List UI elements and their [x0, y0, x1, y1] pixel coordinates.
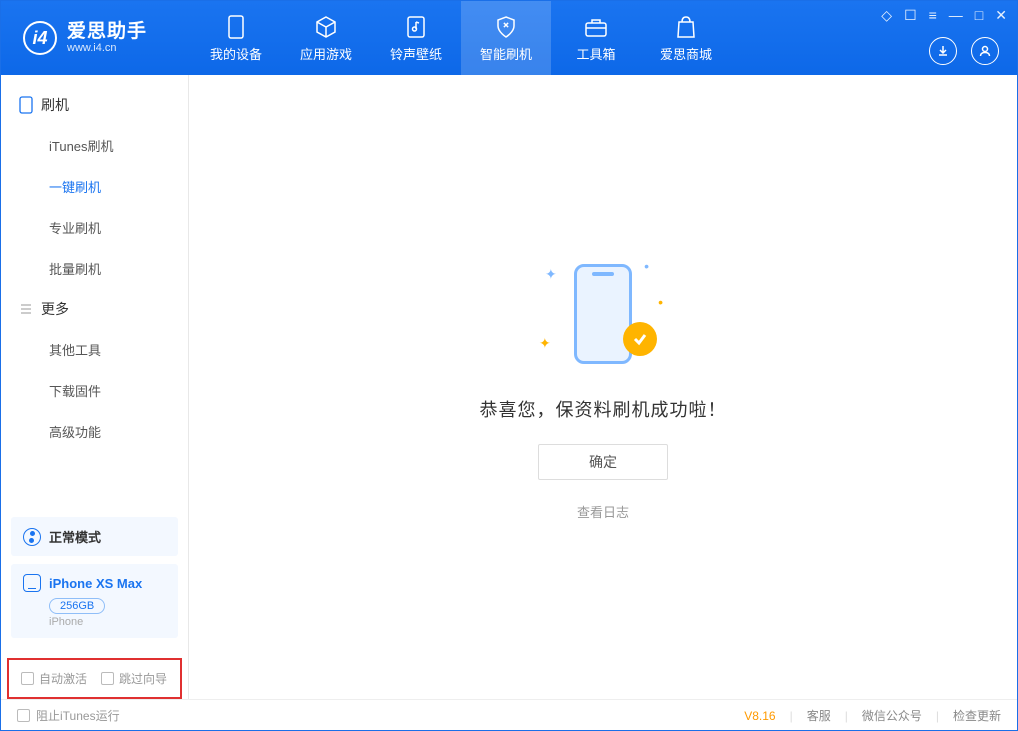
group-title: 更多	[41, 299, 69, 319]
nav-store[interactable]: 爱思商城	[641, 1, 731, 75]
sparkle-icon: ✦	[545, 266, 557, 283]
side-group-flash[interactable]: 刷机	[1, 85, 188, 125]
link-support[interactable]: 客服	[807, 707, 831, 724]
nav-my-device[interactable]: 我的设备	[191, 1, 281, 75]
sparkle-icon: •	[658, 294, 663, 310]
side-item-pro-flash[interactable]: 专业刷机	[1, 207, 188, 248]
side-item-download-firmware[interactable]: 下载固件	[1, 370, 188, 411]
device-name: iPhone XS Max	[49, 576, 142, 591]
side-group-more[interactable]: 更多	[1, 289, 188, 329]
bag-icon	[673, 14, 699, 40]
group-title: 刷机	[41, 95, 69, 115]
close-button[interactable]: ✕	[995, 7, 1007, 24]
checkbox-label: 跳过向导	[119, 670, 167, 687]
maximize-button[interactable]: □	[975, 7, 983, 24]
side-item-other-tools[interactable]: 其他工具	[1, 329, 188, 370]
device-capacity: 256GB	[49, 598, 105, 614]
logo[interactable]: i4 爱思助手 www.i4.cn	[1, 1, 191, 75]
device-icon	[223, 14, 249, 40]
side-item-advanced[interactable]: 高级功能	[1, 411, 188, 452]
download-button[interactable]	[929, 37, 957, 65]
device-card[interactable]: iPhone XS Max 256GB iPhone	[11, 564, 178, 638]
checkbox-icon	[21, 672, 34, 685]
side-item-batch-flash[interactable]: 批量刷机	[1, 248, 188, 289]
version-label: V8.16	[744, 709, 775, 723]
top-nav: 我的设备 应用游戏 铃声壁纸 智能刷机 工具箱 爱思商城	[191, 1, 731, 75]
nav-flash[interactable]: 智能刷机	[461, 1, 551, 75]
nav-apps-games[interactable]: 应用游戏	[281, 1, 371, 75]
checkbox-auto-activate[interactable]: 自动激活	[21, 670, 87, 687]
status-bar: 阻止iTunes运行 V8.16 | 客服 | 微信公众号 | 检查更新	[1, 699, 1017, 731]
user-button[interactable]	[971, 37, 999, 65]
checkbox-skip-wizard[interactable]: 跳过向导	[101, 670, 167, 687]
nav-label: 爱思商城	[660, 44, 712, 63]
window-controls: ◇ ☐ ≡ — □ ✕	[881, 7, 1007, 24]
menu-icon[interactable]: ≡	[929, 7, 937, 24]
nav-label: 工具箱	[576, 44, 615, 63]
nav-label: 我的设备	[210, 44, 262, 63]
view-log-link[interactable]: 查看日志	[577, 502, 629, 521]
app-header: i4 爱思助手 www.i4.cn 我的设备 应用游戏 铃声壁纸 智能刷机 工具…	[1, 1, 1017, 75]
list-icon	[19, 302, 33, 316]
app-url: www.i4.cn	[67, 42, 147, 54]
link-wechat[interactable]: 微信公众号	[862, 707, 922, 724]
user-controls	[929, 37, 999, 65]
device-icon	[23, 574, 41, 592]
cube-icon	[313, 14, 339, 40]
logo-icon: i4	[23, 21, 57, 55]
checkbox-icon	[17, 709, 30, 722]
main-content: ✦ • ✦ • 恭喜您，保资料刷机成功啦！ 确定 查看日志	[189, 75, 1017, 699]
success-illustration: ✦ • ✦ •	[543, 254, 663, 374]
shield-icon	[493, 14, 519, 40]
minimize-button[interactable]: —	[949, 7, 963, 24]
check-badge-icon	[623, 322, 657, 356]
checkbox-block-itunes[interactable]: 阻止iTunes运行	[17, 707, 120, 724]
ok-button[interactable]: 确定	[538, 444, 668, 480]
toolbox-icon	[583, 14, 609, 40]
sparkle-icon: ✦	[539, 335, 551, 352]
nav-label: 智能刷机	[480, 44, 532, 63]
nav-ringtones[interactable]: 铃声壁纸	[371, 1, 461, 75]
flash-options-highlight: 自动激活 跳过向导	[7, 658, 182, 699]
side-item-one-click-flash[interactable]: 一键刷机	[1, 166, 188, 207]
mode-label: 正常模式	[49, 527, 101, 546]
checkbox-icon	[101, 672, 114, 685]
nav-label: 铃声壁纸	[390, 44, 442, 63]
checkbox-label: 自动激活	[39, 670, 87, 687]
nav-toolbox[interactable]: 工具箱	[551, 1, 641, 75]
side-item-itunes-flash[interactable]: iTunes刷机	[1, 125, 188, 166]
success-message: 恭喜您，保资料刷机成功啦！	[480, 396, 727, 422]
sidebar: 刷机 iTunes刷机 一键刷机 专业刷机 批量刷机 更多 其他工具 下载固件 …	[1, 75, 189, 699]
device-type: iPhone	[49, 616, 166, 628]
nav-label: 应用游戏	[300, 44, 352, 63]
checkbox-label: 阻止iTunes运行	[36, 707, 120, 724]
sparkle-icon: •	[644, 258, 649, 274]
phone-icon	[19, 96, 33, 114]
link-check-update[interactable]: 检查更新	[953, 707, 1001, 724]
phone-graphic	[574, 264, 632, 364]
mode-icon	[23, 528, 41, 546]
feedback-icon[interactable]: ☐	[904, 7, 917, 24]
shirt-icon[interactable]: ◇	[881, 7, 892, 24]
mode-card[interactable]: 正常模式	[11, 517, 178, 556]
app-name: 爱思助手	[67, 22, 147, 43]
note-icon	[403, 14, 429, 40]
